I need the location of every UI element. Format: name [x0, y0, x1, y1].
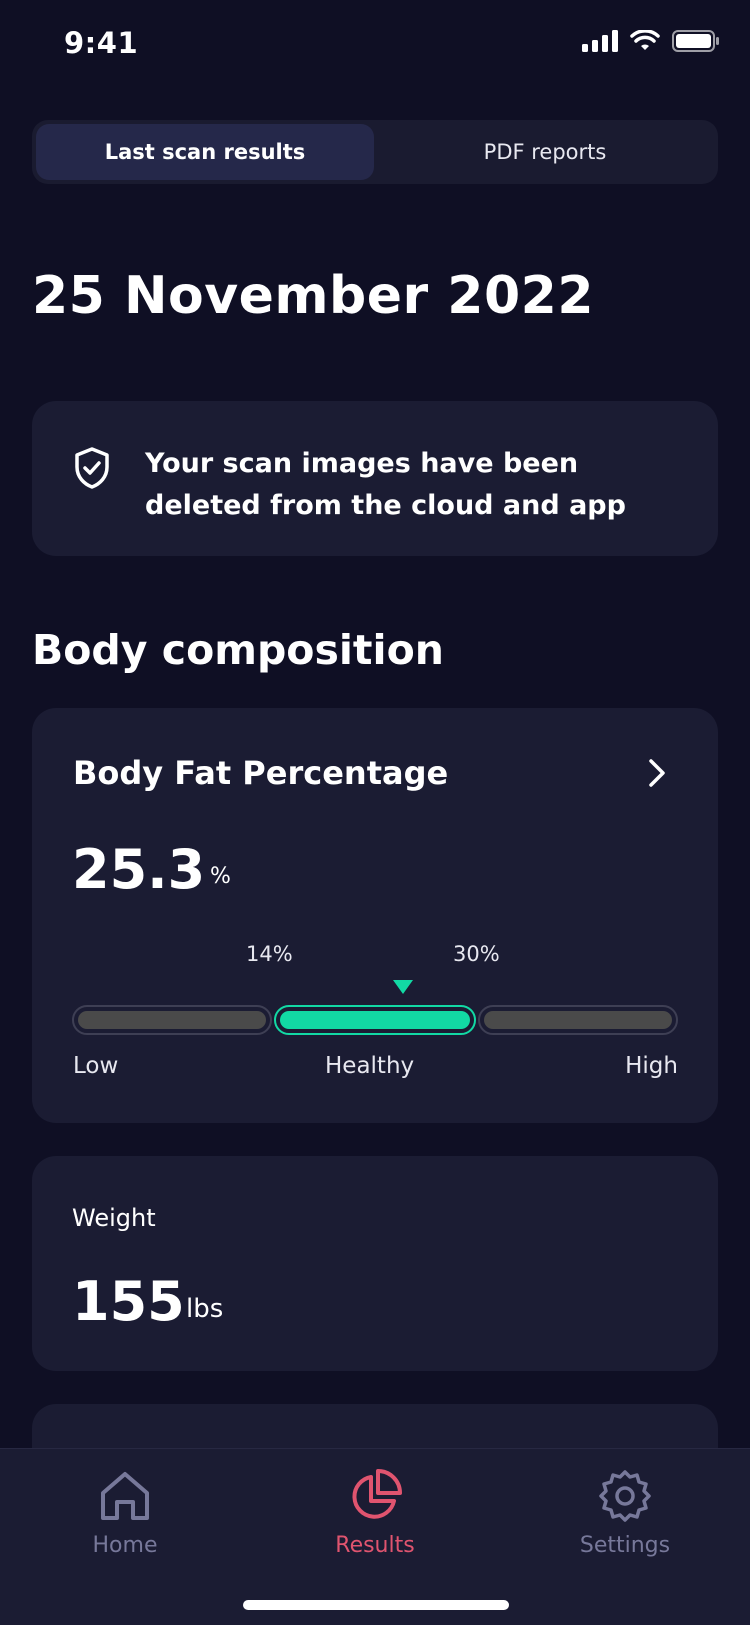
range-label-healthy: Healthy — [325, 1053, 415, 1079]
range-bar-high — [478, 1005, 678, 1035]
tab-settings-label: Settings — [579, 1533, 671, 1558]
page-title: 25 November 2022 — [32, 266, 595, 326]
body-fat-title: Body Fat Percentage — [73, 754, 449, 792]
tab-last-scan-results[interactable]: Last scan results — [36, 124, 374, 180]
weight-value: 155 — [72, 1270, 185, 1333]
battery-icon — [672, 30, 719, 52]
tab-home-label: Home — [92, 1533, 158, 1558]
status-time: 9:41 — [64, 26, 139, 60]
range-bar-low — [72, 1005, 272, 1035]
shield-check-icon — [75, 447, 109, 489]
pie-chart-icon — [352, 1469, 402, 1519]
tab-results-label: Results — [335, 1533, 415, 1558]
threshold-high-label: 30% — [453, 942, 500, 966]
tab-results[interactable]: Results — [250, 1449, 500, 1569]
current-value-marker — [393, 980, 413, 994]
range-label-high: High — [625, 1053, 678, 1079]
range-label-low: Low — [73, 1053, 119, 1079]
weight-card[interactable] — [32, 1156, 718, 1371]
tab-pdf-reports[interactable]: PDF reports — [376, 124, 714, 180]
threshold-low-label: 14% — [246, 942, 293, 966]
status-icons — [582, 30, 720, 52]
home-indicator — [243, 1600, 509, 1610]
body-fat-unit: % — [210, 864, 231, 889]
bottom-tab-bar: Home Results Settings — [0, 1448, 750, 1625]
wifi-icon — [630, 30, 660, 50]
chevron-right-icon[interactable] — [646, 758, 668, 788]
weight-label: Weight — [72, 1204, 156, 1232]
tab-settings[interactable]: Settings — [500, 1449, 750, 1569]
range-bar-healthy — [274, 1005, 476, 1035]
body-fat-value: 25.3 — [72, 838, 206, 901]
home-icon — [101, 1472, 149, 1520]
tab-home[interactable]: Home — [0, 1449, 250, 1569]
gear-icon — [599, 1470, 651, 1522]
results-segmented-control: Last scan results PDF reports — [32, 120, 718, 184]
privacy-notice-text: Your scan images have been deleted from … — [145, 448, 626, 521]
section-title: Body composition — [32, 626, 444, 674]
weight-unit: lbs — [186, 1294, 224, 1324]
signal-icon — [582, 30, 618, 52]
